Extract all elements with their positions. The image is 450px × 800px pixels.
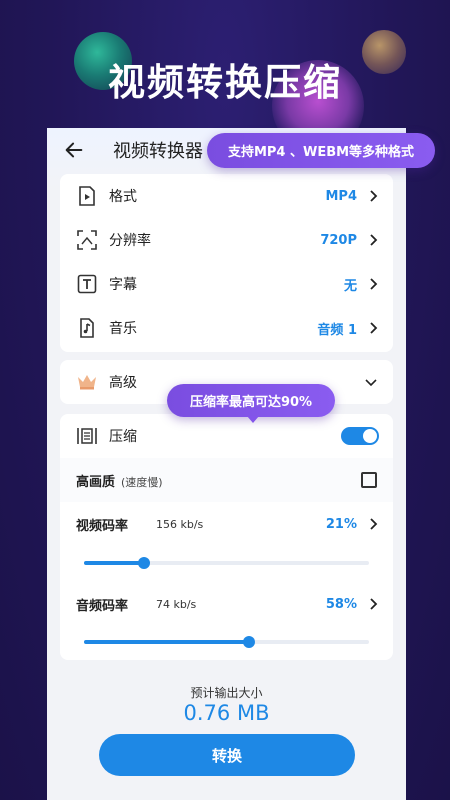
chevron-right-icon <box>370 598 378 610</box>
audio-bitrate-label: 音频码率 <box>76 598 129 614</box>
video-bitrate-rate: 156 kb/s <box>156 517 204 531</box>
crown-icon <box>76 371 98 393</box>
setting-label: 格式 <box>109 189 137 205</box>
audio-bitrate-slider[interactable] <box>84 636 369 648</box>
chevron-right-icon <box>370 234 378 246</box>
slider-thumb[interactable] <box>137 557 150 569</box>
convert-button[interactable]: 转换 <box>99 734 355 776</box>
toggle-knob <box>363 429 377 443</box>
high-quality-row[interactable]: 高画质 (速度慢) <box>60 458 393 502</box>
slider-fill <box>84 640 250 644</box>
setting-label: 音乐 <box>109 321 137 337</box>
estimated-size-label: 预计输出大小 <box>190 686 263 700</box>
high-quality-checkbox[interactable] <box>361 472 377 488</box>
video-bitrate-slider[interactable] <box>84 557 369 569</box>
compress-toggle[interactable] <box>341 427 379 445</box>
compress-row: 压缩 <box>60 414 393 458</box>
subtitle-icon <box>76 273 98 295</box>
setting-label: 分辨率 <box>109 233 151 249</box>
compress-card: 压缩 高画质 (速度慢) 视频码率 156 kb/s 21% 音频码率 74 kb… <box>60 414 393 660</box>
page-title: 视频转换器 <box>113 141 203 162</box>
promo-headline: 视频转换压缩 <box>108 61 342 104</box>
chevron-right-icon <box>370 518 378 530</box>
estimated-size-value: 0.76 MB <box>183 701 270 725</box>
chevron-down-icon <box>365 379 377 387</box>
setting-row-resolution[interactable]: 分辨率 720P <box>60 218 393 262</box>
music-note-icon <box>76 317 98 339</box>
audio-bitrate-percent: 58% <box>325 596 357 612</box>
high-quality-note: (速度慢) <box>121 475 163 489</box>
compress-icon <box>76 425 98 447</box>
setting-row-format[interactable]: 格式 MP4 <box>60 174 393 218</box>
slider-fill <box>84 561 144 565</box>
setting-value: 720P <box>320 232 357 248</box>
audio-bitrate-row[interactable]: 音频码率 74 kb/s 58% <box>60 582 393 626</box>
compression-tooltip: 压缩率最高可达90% <box>167 384 335 423</box>
advanced-label: 高级 <box>109 375 137 391</box>
video-bitrate-row[interactable]: 视频码率 156 kb/s 21% <box>60 502 393 546</box>
setting-value: 无 <box>343 278 357 294</box>
back-arrow-icon[interactable] <box>63 139 85 161</box>
resolution-icon <box>76 229 98 251</box>
chevron-right-icon <box>370 278 378 290</box>
app-screen: 视频转换器 格式 MP4 分辨率 720P 字幕 无 音乐 音频 1 高级 压缩… <box>47 128 406 800</box>
setting-label: 字幕 <box>109 277 137 293</box>
setting-row-subtitle[interactable]: 字幕 无 <box>60 262 393 306</box>
setting-value: 音频 1 <box>317 322 357 338</box>
slider-thumb[interactable] <box>243 636 256 648</box>
video-bitrate-percent: 21% <box>325 516 357 532</box>
chevron-right-icon <box>370 322 378 334</box>
high-quality-text: 高画质 <box>76 474 116 490</box>
formats-tooltip: 支持MP4 、WEBM等多种格式 <box>207 133 435 168</box>
chevron-right-icon <box>370 190 378 202</box>
video-file-icon <box>76 185 98 207</box>
high-quality-label: 高画质 (速度慢) <box>76 471 163 490</box>
setting-value: MP4 <box>325 188 357 204</box>
audio-bitrate-rate: 74 kb/s <box>156 597 197 611</box>
video-bitrate-label: 视频码率 <box>76 518 129 534</box>
settings-card: 格式 MP4 分辨率 720P 字幕 无 音乐 音频 1 <box>60 174 393 352</box>
setting-row-music[interactable]: 音乐 音频 1 <box>60 306 393 350</box>
compress-label: 压缩 <box>109 429 137 445</box>
